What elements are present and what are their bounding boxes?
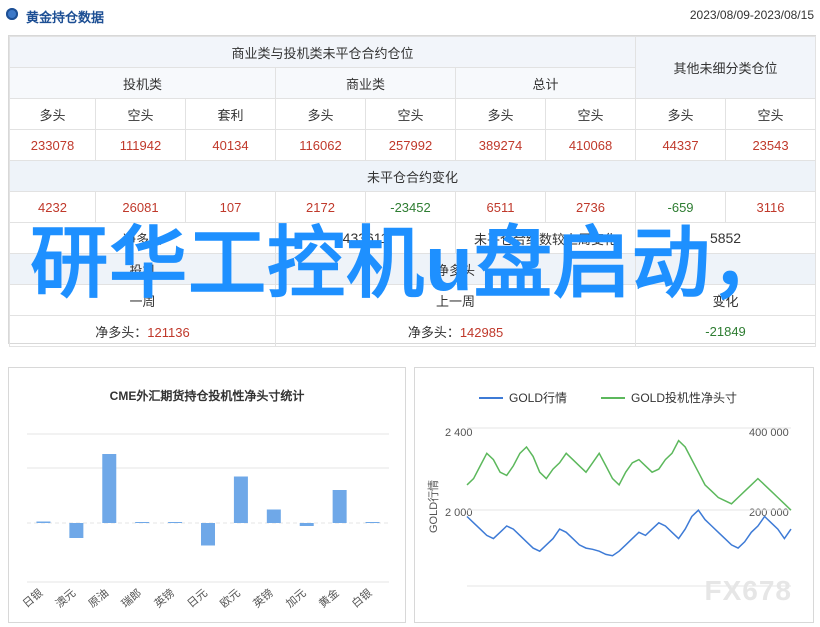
col-header: 多头 <box>275 98 366 130</box>
bar-tick-label: 澳元 <box>53 586 78 610</box>
col-header: 套利 <box>185 98 276 130</box>
value-cell: 233078 <box>9 129 96 161</box>
col-header: 空头 <box>95 98 186 130</box>
watermark: FX678 <box>704 575 792 606</box>
col-header: 多头 <box>635 98 727 130</box>
bar <box>168 522 183 523</box>
bar <box>233 476 248 523</box>
bar <box>135 522 150 523</box>
net-change: -21849 <box>635 315 817 347</box>
yleft-tick: 2 400 <box>445 427 473 439</box>
bar <box>201 523 215 546</box>
yright-tick: 400 000 <box>749 427 789 439</box>
value-cell: 410068 <box>544 129 637 161</box>
bar-tick-label: 原油 <box>85 586 111 611</box>
bar <box>332 490 347 523</box>
value-cell: 257992 <box>365 129 456 161</box>
bar <box>36 521 51 523</box>
value-cell: 389274 <box>455 129 546 161</box>
bar <box>299 523 314 526</box>
bar-chart-title: CME外汇期货持仓投机性净头寸统计 <box>110 388 305 403</box>
bar-chart-svg: CME外汇期货持仓投机性净头寸统计 日银 澳元 原油 瑞郎 英镑 日元 欧元 英镑 加元 黄金 白银 <box>20 388 389 611</box>
other-title: 其他未细分类仓位 <box>635 36 817 99</box>
legend-gold: GOLD行情 <box>509 391 567 405</box>
bar-tick-label: 瑞郎 <box>118 586 144 611</box>
logo-icon <box>6 8 18 20</box>
bar-tick-label: 日银 <box>20 586 46 611</box>
page-title: 黄金持仓数据 <box>26 10 105 25</box>
subgroup-commercial: 商业类 <box>275 67 456 99</box>
date-range: 2023/08/09-2023/08/15 <box>689 8 814 22</box>
net-long-current: 净多头：121136 <box>9 315 276 347</box>
bar <box>69 523 84 538</box>
bar <box>102 454 117 523</box>
value-cell: 111942 <box>95 129 186 161</box>
col-header: 多头 <box>9 98 96 130</box>
bar-tick-label: 日元 <box>185 587 210 610</box>
bar-tick-label: 欧元 <box>218 586 243 610</box>
bar <box>266 509 281 523</box>
col-header: 空头 <box>544 98 637 130</box>
series-line <box>466 509 792 557</box>
change-title: 未平仓合约变化 <box>8 160 817 192</box>
bar-tick-label: 白银 <box>349 586 375 611</box>
net-long-prev: 净多头：142985 <box>274 315 637 347</box>
bar-tick-label: 加元 <box>283 586 308 610</box>
bar <box>365 522 380 523</box>
overlay-headline: 研华工控机u盘启动， <box>30 219 790 307</box>
value-cell: 116062 <box>275 129 366 161</box>
series-line <box>466 439 792 511</box>
bar-tick-label: 英镑 <box>250 586 276 611</box>
value-cell: 23543 <box>725 129 817 161</box>
group-title: 商业类与投机类未平仓合约仓位 <box>8 36 637 68</box>
col-header: 多头 <box>455 98 546 130</box>
value-cell: 40134 <box>185 129 276 161</box>
value-cell: 44337 <box>635 129 727 161</box>
subgroup-total: 总计 <box>454 67 637 99</box>
subgroup-speculative: 投机类 <box>9 67 276 99</box>
yright-tick: 200 000 <box>749 507 789 519</box>
col-header: 空头 <box>725 98 817 130</box>
yleft-label: GOLD行情 <box>427 480 440 533</box>
bar-tick-label: 黄金 <box>316 586 342 611</box>
cme-bar-chart: CME外汇期货持仓投机性净头寸统计 日银 澳元 原油 瑞郎 英镑 日元 欧元 英镑 加元 黄金 白银 <box>8 367 406 623</box>
bar-tick-label: 英镑 <box>151 586 177 611</box>
legend-net: GOLD投机性净头寸 <box>631 390 737 405</box>
col-header: 空头 <box>365 98 456 130</box>
top-bar: 黄金持仓数据 2023/08/09-2023/08/15 <box>0 0 820 30</box>
